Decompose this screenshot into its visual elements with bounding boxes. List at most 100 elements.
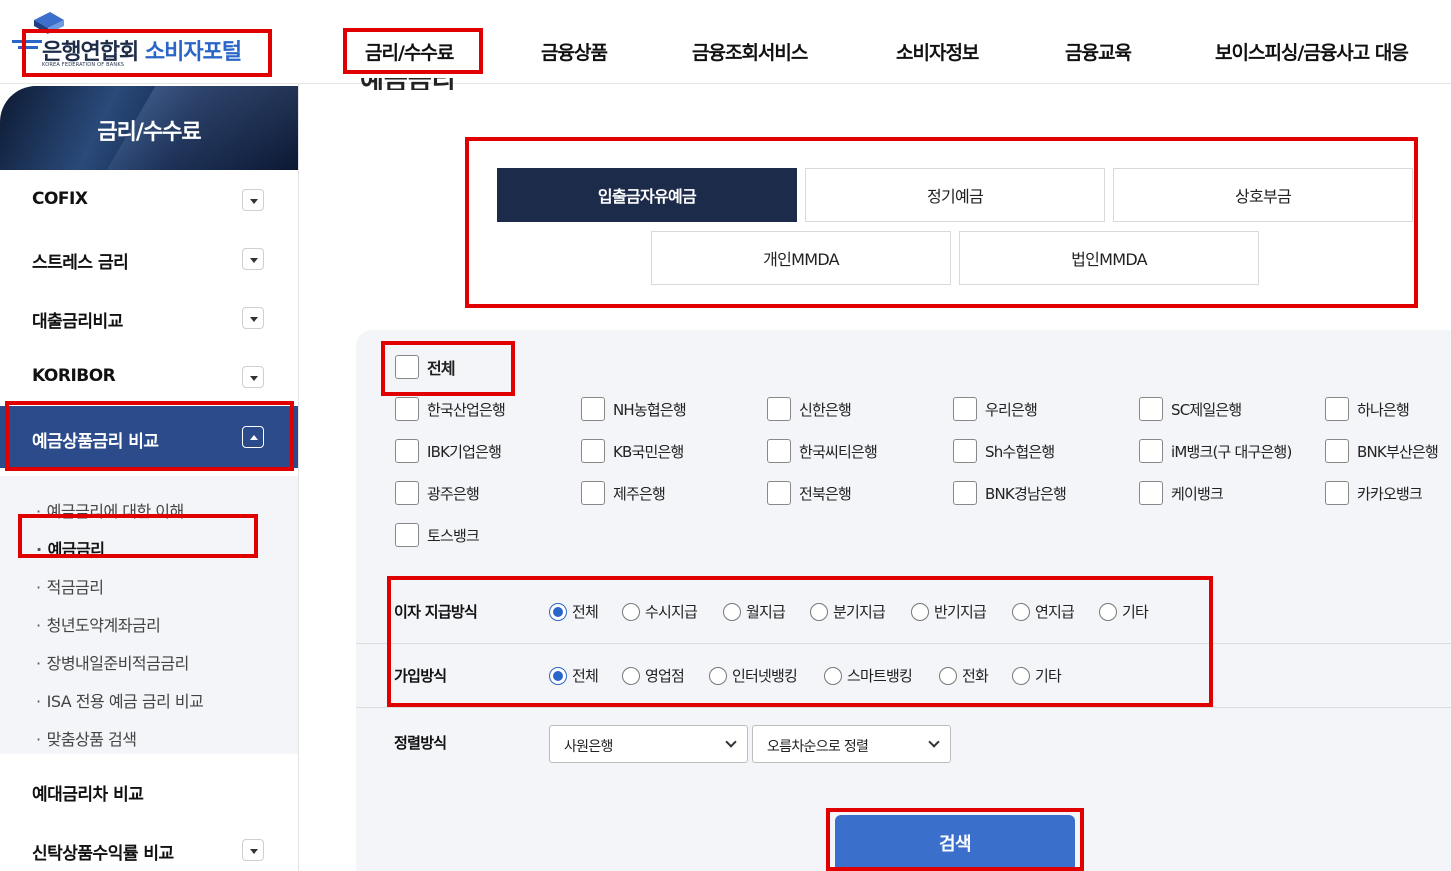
join-method-radio[interactable]: 전화 — [939, 665, 989, 686]
chevron-down-icon[interactable] — [242, 839, 264, 861]
radio-circle[interactable] — [939, 666, 957, 685]
checkbox-bank[interactable]: 하나은행 — [1325, 397, 1410, 421]
checkbox-all-banks[interactable]: 전체 — [395, 355, 456, 379]
interest-payment-radio[interactable]: 기타 — [1099, 601, 1149, 622]
checkbox-box[interactable] — [395, 481, 419, 505]
checkbox-bank[interactable]: Sh수협은행 — [953, 439, 1055, 463]
checkbox-bank[interactable]: 토스뱅크 — [395, 523, 480, 547]
checkbox-bank[interactable]: iM뱅크(구 대구은행) — [1139, 439, 1292, 463]
sidebar-item-trust-yield-compare[interactable]: 신탁상품수익률 비교 — [0, 820, 298, 871]
join-method-radio[interactable]: 인터넷뱅킹 — [709, 665, 798, 686]
chevron-down-icon[interactable] — [242, 248, 264, 270]
checkbox-box[interactable] — [1325, 439, 1349, 463]
sidebar-item-deposit-rate-compare[interactable]: 예금상품금리 비교 — [0, 406, 298, 468]
checkbox-box[interactable] — [953, 439, 977, 463]
sort-bank-select[interactable]: 사원은행 — [549, 725, 748, 763]
interest-payment-radio[interactable]: 수시지급 — [622, 601, 698, 622]
checkbox-bank[interactable]: BNK부산은행 — [1325, 439, 1439, 463]
checkbox-box[interactable] — [581, 397, 605, 421]
submenu-youth-account-rate[interactable]: 청년도약계좌금리 — [36, 612, 161, 636]
checkbox-box[interactable] — [1139, 397, 1163, 421]
join-method-radio[interactable]: 기타 — [1012, 665, 1062, 686]
tab-personal-mmda[interactable]: 개인MMDA — [651, 231, 951, 285]
radio-circle[interactable] — [622, 666, 640, 685]
radio-circle[interactable] — [1012, 602, 1030, 621]
interest-payment-radio[interactable]: 전체 — [549, 601, 599, 622]
submenu-savings-rate[interactable]: 적금금리 — [36, 574, 104, 598]
submenu-deposit-rate-guide[interactable]: 예금금리에 대한 이해 — [36, 498, 185, 522]
site-logo[interactable]: 은행연합회 소비자포털 KOREA FEDERATION OF BANKS — [8, 8, 278, 80]
radio-circle[interactable] — [549, 602, 567, 621]
checkbox-bank[interactable]: 카카오뱅크 — [1325, 481, 1423, 505]
checkbox-bank[interactable]: 케이뱅크 — [1139, 481, 1224, 505]
radio-circle[interactable] — [911, 602, 929, 621]
checkbox-bank[interactable]: 광주은행 — [395, 481, 480, 505]
chevron-down-icon[interactable] — [242, 307, 264, 329]
chevron-up-icon[interactable] — [242, 426, 264, 448]
submenu-custom-product-search[interactable]: 맞춤상품 검색 — [36, 726, 137, 750]
checkbox-box[interactable] — [395, 523, 419, 547]
nav-voice-phishing[interactable]: 보이스피싱/금융사고 대응 — [1215, 38, 1409, 65]
sidebar-item-cofix[interactable]: COFIX — [0, 170, 298, 228]
checkbox-box[interactable] — [1325, 397, 1349, 421]
interest-payment-radio[interactable]: 분기지급 — [810, 601, 886, 622]
checkbox-box[interactable] — [581, 481, 605, 505]
sidebar-item-loan-deposit-spread[interactable]: 예대금리차 비교 — [0, 761, 298, 819]
checkbox-bank[interactable]: 우리은행 — [953, 397, 1038, 421]
join-method-radio[interactable]: 스마트뱅킹 — [824, 665, 913, 686]
nav-consumer-info[interactable]: 소비자정보 — [896, 38, 979, 65]
radio-circle[interactable] — [549, 666, 567, 685]
checkbox-bank[interactable]: 한국산업은행 — [395, 397, 506, 421]
interest-payment-radio[interactable]: 월지급 — [723, 601, 786, 622]
checkbox-box[interactable] — [1325, 481, 1349, 505]
checkbox-bank[interactable]: 한국씨티은행 — [767, 439, 878, 463]
submenu-deposit-rate[interactable]: 예금금리 — [36, 536, 105, 560]
checkbox-bank[interactable]: KB국민은행 — [581, 439, 684, 463]
tab-time-deposit[interactable]: 정기예금 — [805, 168, 1105, 222]
search-button[interactable]: 검색 — [835, 815, 1075, 871]
checkbox-box[interactable] — [581, 439, 605, 463]
nav-financial-inquiry[interactable]: 금융조회서비스 — [692, 38, 808, 65]
nav-financial-products[interactable]: 금융상품 — [541, 38, 608, 65]
nav-financial-education[interactable]: 금융교육 — [1065, 38, 1132, 65]
checkbox-box[interactable] — [767, 439, 791, 463]
checkbox-box[interactable] — [953, 397, 977, 421]
checkbox-bank[interactable]: 신한은행 — [767, 397, 852, 421]
tab-corporate-mmda[interactable]: 법인MMDA — [959, 231, 1259, 285]
join-method-radio[interactable]: 전체 — [549, 665, 599, 686]
tab-installment-savings[interactable]: 상호부금 — [1113, 168, 1413, 222]
checkbox-box[interactable] — [953, 481, 977, 505]
sidebar-item-loan-rate-compare[interactable]: 대출금리비교 — [0, 288, 298, 346]
checkbox-bank[interactable]: BNK경남은행 — [953, 481, 1067, 505]
checkbox-bank[interactable]: 전북은행 — [767, 481, 852, 505]
join-method-radio[interactable]: 영업점 — [622, 665, 685, 686]
submenu-soldier-savings-rate[interactable]: 장병내일준비적금금리 — [36, 650, 190, 674]
checkbox-box[interactable] — [1139, 481, 1163, 505]
chevron-down-icon[interactable] — [242, 366, 264, 388]
nav-rates-fees[interactable]: 금리/수수료 — [365, 38, 454, 65]
interest-payment-radio[interactable]: 반기지급 — [911, 601, 987, 622]
submenu-isa-deposit-compare[interactable]: ISA 전용 예금 금리 비교 — [36, 688, 204, 712]
sidebar-item-koribor[interactable]: KORIBOR — [0, 347, 298, 405]
sort-order-select[interactable]: 오름차순으로 정렬 — [752, 725, 951, 763]
radio-circle[interactable] — [1012, 666, 1030, 685]
checkbox-box[interactable] — [767, 397, 791, 421]
radio-circle[interactable] — [824, 666, 842, 685]
checkbox-bank[interactable]: SC제일은행 — [1139, 397, 1242, 421]
tab-demand-deposit[interactable]: 입출금자유예금 — [497, 168, 797, 222]
radio-circle[interactable] — [810, 602, 828, 621]
checkbox-bank[interactable]: 제주은행 — [581, 481, 666, 505]
checkbox-box[interactable] — [395, 397, 419, 421]
checkbox-box[interactable] — [1139, 439, 1163, 463]
chevron-down-icon[interactable] — [242, 189, 264, 211]
checkbox-box[interactable] — [395, 355, 419, 379]
checkbox-bank[interactable]: NH농협은행 — [581, 397, 687, 421]
interest-payment-radio[interactable]: 연지급 — [1012, 601, 1075, 622]
checkbox-bank[interactable]: IBK기업은행 — [395, 439, 502, 463]
radio-circle[interactable] — [622, 602, 640, 621]
sidebar-item-stress-rate[interactable]: 스트레스 금리 — [0, 229, 298, 287]
radio-circle[interactable] — [1099, 602, 1117, 621]
radio-circle[interactable] — [723, 602, 741, 621]
checkbox-box[interactable] — [395, 439, 419, 463]
radio-circle[interactable] — [709, 666, 727, 685]
